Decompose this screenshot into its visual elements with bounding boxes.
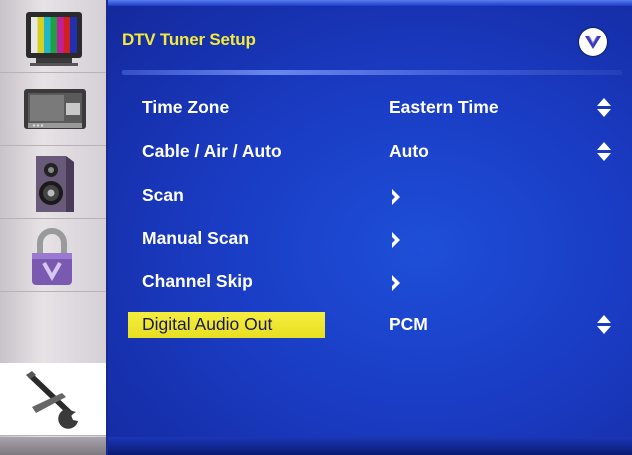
- input-display-icon: [24, 89, 86, 129]
- sidebar-item-setup[interactable]: [0, 363, 106, 436]
- dtv-tuner-setup-panel: DTV Tuner Setup Time Zone Eastern Time C…: [108, 0, 632, 455]
- menu-row-label: Scan: [142, 185, 184, 205]
- menu-row-manual-scan[interactable]: Manual Scan: [108, 222, 632, 256]
- menu-row-scan[interactable]: Scan: [108, 179, 632, 213]
- chevron-right-icon[interactable]: [391, 231, 401, 249]
- menu-row-label: Channel Skip: [142, 271, 253, 291]
- page-title: DTV Tuner Setup: [122, 30, 256, 49]
- menu-row-label: Time Zone: [142, 97, 230, 117]
- menu-row-value: Auto: [389, 141, 429, 161]
- menu-row-label: Cable / Air / Auto: [142, 141, 282, 161]
- chevron-right-icon[interactable]: [391, 188, 401, 206]
- parental-lock-icon: [32, 228, 72, 285]
- vizio-v-logo-icon: [579, 28, 607, 56]
- sidebar-item-input[interactable]: [0, 73, 106, 146]
- menu-row-cable-air-auto[interactable]: Cable / Air / Auto Auto: [108, 135, 632, 169]
- panel-top-bevel: [108, 0, 632, 6]
- chevron-right-icon[interactable]: [391, 274, 401, 292]
- wrench-setup-icon: [26, 371, 78, 429]
- tv-picture-icon: [26, 12, 82, 66]
- sidebar-item-picture[interactable]: [0, 0, 106, 73]
- header-divider: [122, 70, 622, 75]
- menu-row-value: Eastern Time: [389, 97, 499, 117]
- panel-bottom-bevel: [108, 437, 632, 455]
- menu-row-channel-skip[interactable]: Channel Skip: [108, 265, 632, 299]
- up-down-arrows-icon[interactable]: [596, 314, 612, 336]
- menu-row-digital-audio-out[interactable]: Digital Audio Out PCM: [108, 308, 632, 342]
- sidebar-footer-bar: [0, 437, 106, 455]
- menu-row-value: PCM: [389, 314, 428, 334]
- up-down-arrows-icon[interactable]: [596, 141, 612, 163]
- menu-row-time-zone[interactable]: Time Zone Eastern Time: [108, 91, 632, 125]
- category-sidebar: [0, 0, 108, 455]
- speaker-audio-icon: [36, 156, 74, 212]
- sidebar-item-parental[interactable]: [0, 219, 106, 292]
- sidebar-item-audio[interactable]: [0, 146, 106, 219]
- up-down-arrows-icon[interactable]: [596, 97, 612, 119]
- menu-row-label: Manual Scan: [142, 228, 249, 248]
- menu-row-label-highlighted: Digital Audio Out: [128, 312, 325, 338]
